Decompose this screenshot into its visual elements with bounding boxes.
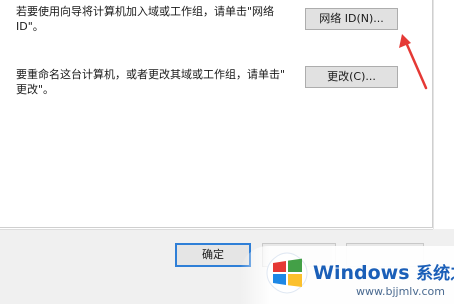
footer-divider — [0, 229, 433, 230]
watermark-url: www.bjjmlv.com — [356, 285, 445, 298]
change-button[interactable]: 更改(C)... — [305, 66, 398, 88]
computer-name-dialog: 若要使用向导将计算机加入域或工作组，请单击"网络 ID"。 网络 ID(N)..… — [0, 0, 454, 304]
rename-description: 要重命名这台计算机，或者更改其域或工作组，请单击" 更改"。 — [16, 68, 286, 96]
red-arrow-icon — [399, 34, 428, 90]
dialog-content-panel: 若要使用向导将计算机加入域或工作组，请单击"网络 ID"。 网络 ID(N)..… — [0, 0, 433, 228]
ok-button[interactable]: 确定 — [175, 243, 251, 267]
network-id-description: 若要使用向导将计算机加入域或工作组，请单击"网络 ID"。 — [16, 5, 275, 33]
windows-logo-icon — [266, 252, 308, 294]
dialog-right-edge — [433, 0, 454, 240]
network-id-button[interactable]: 网络 ID(N)... — [305, 8, 398, 30]
watermark-brand-cn: 系统之家 — [416, 264, 454, 284]
watermark-brand-en: Windows — [313, 262, 410, 284]
watermark-brand: Windows 系统之家 — [313, 262, 454, 285]
